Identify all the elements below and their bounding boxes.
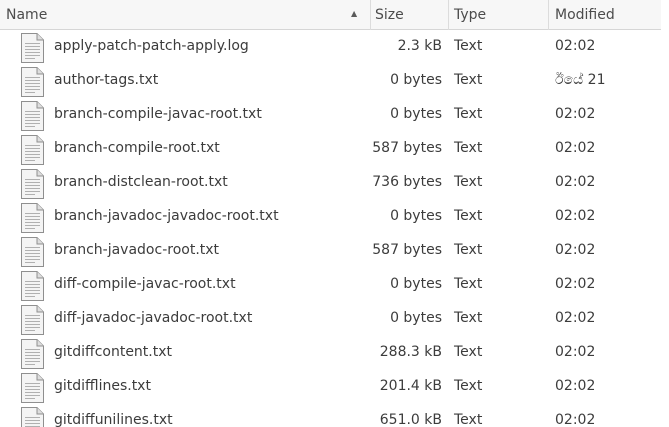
file-type: Text (454, 310, 483, 326)
file-modified: 02:02 (555, 208, 596, 224)
file-type: Text (454, 174, 483, 190)
file-name: branch-compile-javac-root.txt (54, 106, 262, 122)
file-row[interactable]: diff-javadoc-javadoc-root.txt 0 bytes Text… (0, 302, 661, 336)
file-type: Text (454, 208, 483, 224)
file-type: Text (454, 38, 483, 54)
file-modified: 02:02 (555, 140, 596, 156)
file-modified: 02:02 (555, 38, 596, 54)
column-header-size[interactable]: Size (371, 0, 449, 30)
file-type: Text (454, 140, 483, 156)
file-modified: 02:02 (555, 276, 596, 292)
file-size: 0 bytes (390, 310, 442, 326)
file-name: gitdiffunilines.txt (54, 412, 173, 427)
file-row[interactable]: branch-compile-root.txt 587 bytes Text 02:0… (0, 132, 661, 166)
file-name: author-tags.txt (54, 72, 159, 88)
file-modified: 02:02 (555, 310, 596, 326)
file-size: 0 bytes (390, 276, 442, 292)
file-name: branch-javadoc-root.txt (54, 242, 220, 258)
file-row[interactable]: gitdiffunilines.txt 651.0 kB Text 02:02 (0, 404, 661, 427)
file-size: 0 bytes (390, 72, 442, 88)
file-row[interactable]: branch-javadoc-root.txt 587 bytes Text 02:0… (0, 234, 661, 268)
text-file-icon (18, 169, 45, 199)
file-size: 201.4 kB (379, 378, 442, 394)
file-name: branch-javadoc-javadoc-root.txt (54, 208, 279, 224)
adjacent-window-edge (661, 0, 669, 427)
column-header-name[interactable]: Name (0, 0, 371, 30)
file-size: 0 bytes (390, 106, 442, 122)
text-file-icon (18, 203, 45, 233)
file-rows: apply-patch-patch-apply.log 2.3 kB Text 02:… (0, 30, 661, 427)
file-modified: 02:02 (555, 106, 596, 122)
file-modified: 02:02 (555, 174, 596, 190)
file-size: 587 bytes (372, 140, 442, 156)
text-file-icon (18, 67, 45, 97)
file-size: 2.3 kB (397, 38, 442, 54)
column-header-modified[interactable]: Modified (549, 0, 661, 30)
file-row[interactable]: branch-compile-javac-root.txt 0 bytes Text… (0, 98, 661, 132)
file-modified: 02:02 (555, 378, 596, 394)
file-modified: 02:02 (555, 412, 596, 427)
file-row[interactable]: gitdiffcontent.txt 288.3 kB Text 02:02 (0, 336, 661, 370)
text-file-icon (18, 407, 45, 427)
text-file-icon (18, 373, 45, 403)
file-modified: 02:02 (555, 344, 596, 360)
file-size: 587 bytes (372, 242, 442, 258)
text-file-icon (18, 237, 45, 267)
file-name: branch-distclean-root.txt (54, 174, 228, 190)
file-type: Text (454, 242, 483, 258)
file-size: 736 bytes (372, 174, 442, 190)
file-row[interactable]: branch-distclean-root.txt 736 bytes Text 02… (0, 166, 661, 200)
text-file-icon (18, 135, 45, 165)
text-file-icon (18, 33, 45, 63)
file-modified: ඊයේ 21 (555, 72, 606, 88)
file-name: apply-patch-patch-apply.log (54, 38, 249, 54)
text-file-icon (18, 271, 45, 301)
file-type: Text (454, 106, 483, 122)
text-file-icon (18, 339, 45, 369)
text-file-icon (18, 305, 45, 335)
file-type: Text (454, 72, 483, 88)
file-name: branch-compile-root.txt (54, 140, 220, 156)
file-name: diff-javadoc-javadoc-root.txt (54, 310, 253, 326)
file-row[interactable]: gitdifflines.txt 201.4 kB Text 02:02 (0, 370, 661, 404)
file-type: Text (454, 344, 483, 360)
column-header-type[interactable]: Type (449, 0, 549, 30)
file-size: 0 bytes (390, 208, 442, 224)
file-row[interactable]: branch-javadoc-javadoc-root.txt 0 bytes Te… (0, 200, 661, 234)
file-name: diff-compile-javac-root.txt (54, 276, 236, 292)
file-row[interactable]: apply-patch-patch-apply.log 2.3 kB Text 02:… (0, 30, 661, 64)
file-size: 288.3 kB (379, 344, 442, 360)
file-modified: 02:02 (555, 242, 596, 258)
file-row[interactable]: author-tags.txt 0 bytes Text ඊයේ 21 (0, 64, 661, 98)
column-header-bar: Name ▲ Size Type Modified (0, 0, 661, 30)
file-name: gitdifflines.txt (54, 378, 151, 394)
file-type: Text (454, 378, 483, 394)
text-file-icon (18, 101, 45, 131)
file-list-view: Name ▲ Size Type Modified apply-patch-pa… (0, 0, 661, 427)
file-type: Text (454, 412, 483, 427)
sort-ascending-icon: ▲ (351, 9, 358, 18)
file-name: gitdiffcontent.txt (54, 344, 173, 360)
file-row[interactable]: diff-compile-javac-root.txt 0 bytes Text 02… (0, 268, 661, 302)
file-size: 651.0 kB (379, 412, 442, 427)
file-type: Text (454, 276, 483, 292)
